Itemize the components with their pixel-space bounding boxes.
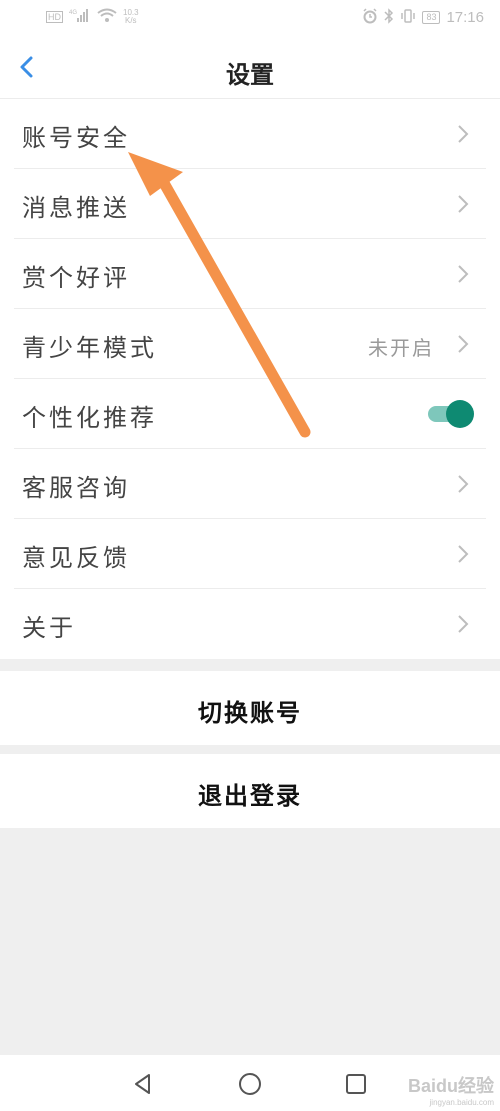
switch-account-button[interactable]: 切换账号 <box>0 671 500 745</box>
chevron-right-icon <box>458 195 469 213</box>
settings-item-label: 账号安全 <box>22 124 130 152</box>
settings-item-teen-mode[interactable]: 青少年模式 未开启 <box>0 309 500 379</box>
nav-bar: 设置 <box>0 36 500 99</box>
settings-item-label: 意见反馈 <box>22 544 130 572</box>
settings-item-customer-service[interactable]: 客服咨询 <box>0 449 500 519</box>
baidu-watermark: Baidu经验 jingyan.baidu.com <box>408 1072 494 1107</box>
signal-icon: 4G <box>69 8 91 25</box>
chevron-right-icon <box>458 125 469 143</box>
chevron-right-icon <box>458 475 469 493</box>
svg-text:4G: 4G <box>69 10 77 16</box>
settings-item-label: 消息推送 <box>22 194 130 222</box>
settings-list: 账号安全 消息推送 赏个好评 青少年模式 未开启 个性化推荐 客服咨询 意见反馈 <box>0 99 500 659</box>
logout-button[interactable]: 退出登录 <box>0 754 500 828</box>
alarm-icon <box>362 8 378 27</box>
hd-icon: HD <box>46 10 63 23</box>
logout-label: 退出登录 <box>198 782 302 810</box>
system-home-button[interactable] <box>237 1071 263 1097</box>
settings-item-personalized-recommendation: 个性化推荐 <box>0 379 500 449</box>
status-bar: HD 4G 10.3 K/s 83 17:16 <box>0 0 500 36</box>
settings-item-rate-app[interactable]: 赏个好评 <box>0 239 500 309</box>
chevron-right-icon <box>458 615 469 633</box>
settings-item-push-notifications[interactable]: 消息推送 <box>0 169 500 239</box>
watermark-text: Baidu经验 <box>407 1076 494 1096</box>
system-nav-bar: Baidu经验 jingyan.baidu.com <box>0 1055 500 1111</box>
circle-home-icon <box>239 1073 261 1095</box>
settings-item-label: 个性化推荐 <box>22 404 157 432</box>
settings-item-label: 客服咨询 <box>22 474 130 502</box>
settings-item-account-security[interactable]: 账号安全 <box>0 99 500 169</box>
settings-item-label: 赏个好评 <box>22 264 130 292</box>
network-speed: 10.3 K/s <box>123 7 139 25</box>
chevron-right-icon <box>458 265 469 283</box>
triangle-back-icon <box>135 1074 150 1094</box>
status-right: 83 17:16 <box>362 8 484 27</box>
chevron-right-icon <box>458 335 469 353</box>
settings-item-label: 青少年模式 <box>22 334 157 362</box>
system-recent-button[interactable] <box>343 1071 369 1097</box>
watermark-sub: jingyan.baidu.com <box>429 1098 494 1107</box>
square-recent-icon <box>346 1074 366 1094</box>
switch-account-label: 切换账号 <box>198 699 302 727</box>
settings-item-label: 关于 <box>22 614 76 642</box>
teen-mode-status: 未开启 <box>368 336 434 360</box>
personalized-recommendation-toggle[interactable] <box>428 400 474 428</box>
page-title: 设置 <box>226 61 274 89</box>
bluetooth-icon <box>384 8 394 27</box>
battery-icon: 83 <box>422 11 441 24</box>
settings-item-about[interactable]: 关于 <box>0 589 500 659</box>
chevron-right-icon <box>458 545 469 563</box>
wifi-icon <box>97 8 117 25</box>
settings-item-feedback[interactable]: 意见反馈 <box>0 519 500 589</box>
status-left: HD 4G 10.3 K/s <box>46 8 139 25</box>
vibrate-icon <box>400 8 416 27</box>
status-time: 17:16 <box>446 9 484 26</box>
system-back-button[interactable] <box>130 1071 156 1097</box>
